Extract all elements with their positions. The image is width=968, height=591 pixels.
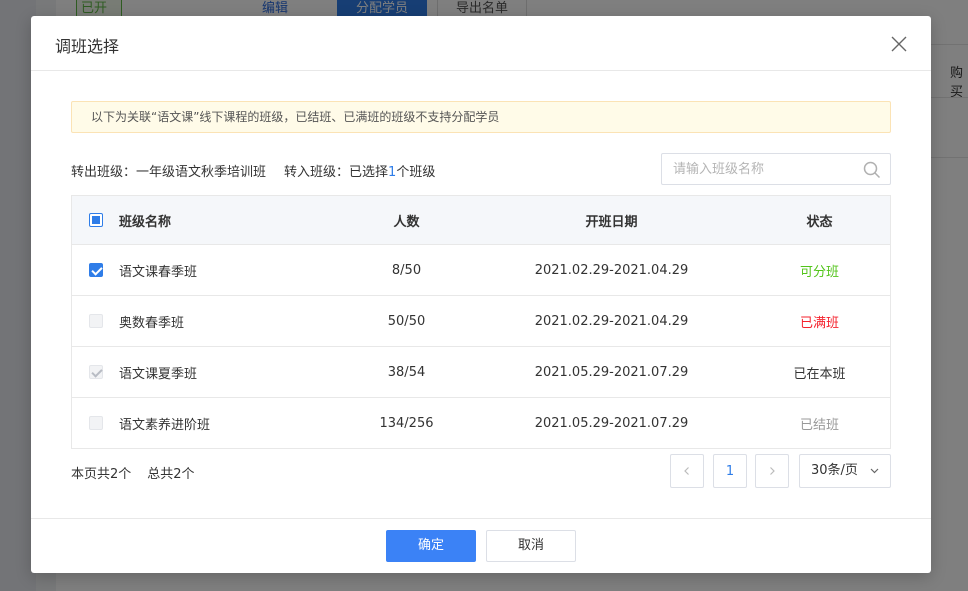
class-status: 已满班 bbox=[799, 315, 839, 331]
table-row: 奥数春季班 50/50 2021.02.29-2021.04.29 已满班 bbox=[72, 296, 890, 347]
table-row: 语文素养进阶班 134/256 2021.05.29-2021.07.29 已结… bbox=[72, 398, 890, 448]
class-dates: 2021.02.29-2021.04.29 bbox=[534, 313, 689, 329]
close-button[interactable] bbox=[889, 34, 909, 54]
class-name: 语文课春季班 bbox=[119, 264, 198, 280]
header-date: 开班日期 bbox=[585, 214, 638, 230]
header-status: 状态 bbox=[806, 214, 833, 230]
dialog-title: 调班选择 bbox=[55, 37, 120, 56]
class-dates: 2021.05.29-2021.07.29 bbox=[534, 415, 689, 431]
prev-page-button[interactable] bbox=[670, 454, 704, 488]
transfer-out-value: 一年级语文秋季培训班 bbox=[136, 165, 267, 180]
table-header: 班级名称 人数 开班日期 状态 bbox=[72, 196, 890, 245]
confirm-button[interactable]: 确定 bbox=[386, 530, 476, 562]
page-number-button[interactable]: 1 bbox=[713, 454, 747, 488]
transfer-class-dialog: 调班选择 以下为关联“语文课”线下课程的班级，已结班、已满班的班级不支持分配学员… bbox=[31, 16, 931, 573]
dialog-footer: 确定 取消 bbox=[31, 518, 931, 574]
transfer-info: 转出班级：一年级语文秋季培训班 转入班级：已选择1个班级 bbox=[71, 161, 435, 180]
class-status: 可分班 bbox=[799, 264, 839, 280]
transfer-out-label: 转出班级： bbox=[71, 165, 137, 180]
dialog-header: 调班选择 bbox=[31, 16, 931, 71]
row-checkbox bbox=[88, 314, 103, 328]
chevron-right-icon bbox=[770, 467, 775, 475]
class-dates: 2021.02.29-2021.04.29 bbox=[534, 262, 689, 278]
transfer-in-suffix: 个班级 bbox=[396, 165, 436, 180]
class-search-input[interactable] bbox=[662, 154, 863, 184]
header-count: 人数 bbox=[393, 214, 420, 230]
search-icon[interactable] bbox=[863, 161, 881, 179]
table-row[interactable]: 语文课春季班 8/50 2021.02.29-2021.04.29 可分班 bbox=[72, 245, 890, 296]
chevron-left-icon bbox=[684, 467, 689, 475]
page-size-value: 30条/页 bbox=[811, 463, 858, 478]
total-count-text: 总共2个 bbox=[147, 467, 195, 482]
class-name: 语文课夏季班 bbox=[119, 366, 198, 382]
close-icon bbox=[891, 36, 907, 52]
header-name: 班级名称 bbox=[119, 214, 172, 230]
next-page-button[interactable] bbox=[755, 454, 789, 488]
student-count: 38/54 bbox=[387, 364, 426, 380]
student-count: 134/256 bbox=[379, 415, 434, 431]
select-all-checkbox[interactable] bbox=[88, 213, 103, 227]
chevron-down-icon bbox=[870, 468, 879, 474]
transfer-in-label: 转入班级：已选择 bbox=[284, 165, 389, 180]
table-row: 语文课夏季班 38/54 2021.05.29-2021.07.29 已在本班 bbox=[72, 347, 890, 398]
student-count: 8/50 bbox=[391, 262, 422, 278]
student-count: 50/50 bbox=[387, 313, 426, 329]
page-size-select[interactable]: 30条/页 bbox=[799, 454, 891, 488]
page-summary: 本页共2个 总共2个 bbox=[71, 463, 195, 482]
class-table: 班级名称 人数 开班日期 状态 语文课春季班 8/50 2021.02.29-2… bbox=[71, 195, 891, 449]
class-name: 语文素养进阶班 bbox=[119, 417, 211, 433]
notice-banner: 以下为关联“语文课”线下课程的班级，已结班、已满班的班级不支持分配学员 bbox=[71, 101, 891, 133]
cancel-button[interactable]: 取消 bbox=[486, 530, 576, 562]
class-dates: 2021.05.29-2021.07.29 bbox=[534, 364, 689, 380]
class-status: 已在本班 bbox=[793, 366, 846, 382]
class-search-box bbox=[661, 153, 891, 185]
class-name: 奥数春季班 bbox=[119, 315, 185, 331]
row-checkbox bbox=[88, 416, 103, 430]
class-status: 已结班 bbox=[799, 417, 839, 433]
page-count-text: 本页共2个 bbox=[71, 467, 132, 482]
row-checkbox[interactable] bbox=[88, 263, 103, 277]
row-checkbox bbox=[88, 365, 103, 379]
